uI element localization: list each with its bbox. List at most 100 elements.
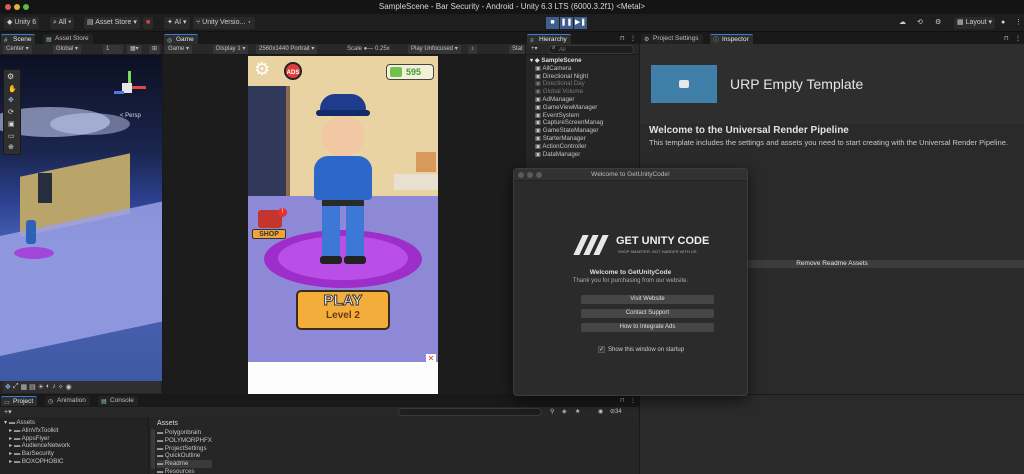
folder-item[interactable]: ▸ ▬ BOXOPHOBIC [4,458,70,466]
asset-item[interactable]: ▬ POLYMORPHFX [157,437,212,445]
grid-size-field[interactable]: 1 [103,45,123,54]
hierarchy-item[interactable]: ▣ GameViewManager [530,104,603,112]
scene-root-item[interactable]: ▾ ◆ SampleScene [530,57,603,65]
display-dropdown[interactable]: Display 1 ▾ [213,45,249,54]
overlay-layers-icon[interactable]: ▤ [29,383,36,391]
star-icon[interactable]: ★ [575,408,580,415]
overlay-scale-icon[interactable]: ⤢ [13,383,19,391]
step-button[interactable]: ▶❚ [574,17,587,29]
tab-game[interactable]: ◎ Game [164,34,198,44]
snap-toggle-icon[interactable]: ⊞ [149,45,161,54]
overlay-move-icon[interactable]: ✥ [5,383,11,391]
ai-dropdown[interactable]: ✦ AI ▾ [164,17,190,29]
lock-icon[interactable]: ⊓ [620,397,625,404]
overlay-lighting-icon[interactable]: ☀ [38,383,44,391]
hierarchy-search-input[interactable] [548,45,634,54]
history-icon[interactable]: ⟲ [914,17,926,29]
move-tool-icon[interactable]: ✥ [8,96,14,104]
overlay-shading-icon[interactable]: ◐ [46,383,50,391]
folder-item[interactable]: ▸ ▬ AlinVfxToolkit [4,427,70,435]
hierarchy-item[interactable]: ▣ Global Volume [530,88,603,96]
hierarchy-item[interactable]: ▣ DataManager [530,151,603,159]
tab-hierarchy[interactable]: ≡ Hierarchy [527,34,571,44]
assets-breadcrumb[interactable]: Assets [157,420,178,427]
resolution-dropdown[interactable]: 2560x1440 Portrait ▾ [256,45,318,54]
zoom-window-dot[interactable] [23,4,29,10]
pause-button[interactable]: ❚❚ [560,17,573,29]
filter-label-icon[interactable]: ◈ [562,408,567,415]
tab-scene[interactable]: # Scene [1,34,36,44]
settings-gear-icon[interactable]: ⚙ [932,17,944,29]
hand-tool-icon[interactable]: ✋ [8,85,17,93]
project-search-input[interactable] [398,408,542,416]
transform-tool-icon[interactable]: ⊕ [8,143,14,151]
close-window-dot[interactable] [5,4,11,10]
startup-checkbox[interactable]: ✓ [598,346,605,353]
play-level-button[interactable]: PLAY Level 2 [296,290,390,330]
asset-item[interactable]: ▬ QuickOutline [157,452,212,460]
filter-type-icon[interactable]: ⚲ [550,408,554,415]
tab-asset-store[interactable]: ▤ Asset Store [43,34,93,44]
help-icon[interactable]: ● [998,17,1008,29]
lock-icon[interactable]: ⊓ [1004,35,1009,42]
cloud-icon[interactable]: ☁ [896,17,909,29]
stats-button[interactable]: Stat [509,45,525,54]
tab-project-settings[interactable]: ⚙ Project Settings [641,34,703,44]
ads-button[interactable]: ADS [284,62,302,80]
rotate-tool-icon[interactable]: ⟳ [8,108,14,116]
settings-gear-icon[interactable]: ⚙ [254,60,270,78]
game-mode-dropdown[interactable]: Game ▾ [165,45,193,54]
asset-item[interactable]: ▬ Polygonbrain [157,429,212,437]
hierarchy-item[interactable]: ▣ CaptureScreenManag [530,119,603,127]
dialog-minimize-dot[interactable] [527,172,533,178]
record-icon[interactable]: ■ [143,17,154,29]
view-tool-icon[interactable]: ⚙ [7,72,14,81]
pivot-dropdown[interactable]: Center ▾ [3,45,32,54]
panel-menu-icon[interactable]: ⋮ [630,35,636,42]
folder-item[interactable]: ▸ ▬ AudienceNetwork [4,442,70,450]
tab-inspector[interactable]: ⓘ Inspector [710,34,753,44]
visit-website-button[interactable]: Visit Website [581,295,714,304]
minimize-window-dot[interactable] [14,4,20,10]
panel-menu-icon[interactable]: ⋮ [630,397,636,404]
folder-item[interactable]: ▸ ▬ BarSecurity [4,450,70,458]
play-focus-dropdown[interactable]: Play Unfocused ▾ [408,45,461,54]
grid-snap-icon[interactable]: ▦▾ [127,45,142,54]
scrollbar[interactable] [151,429,155,469]
hierarchy-item[interactable]: ▣ StarterManager [530,135,603,143]
asset-item[interactable]: ▬ ProjectSettings [157,445,212,453]
all-dropdown[interactable]: ⌕ All ▾ [50,17,75,29]
tab-project[interactable]: ▭ Project [1,396,38,406]
stop-button[interactable]: ■ [546,17,559,29]
audio-mute-icon[interactable]: ♪ [468,45,477,54]
scale-tool-icon[interactable]: ▣ [8,120,15,128]
ad-close-icon[interactable]: ✕ [426,354,436,364]
panel-menu-icon[interactable]: ⋮ [1015,35,1021,42]
lock-icon[interactable]: ⊓ [620,35,625,42]
asset-item[interactable]: ▬ Resources [157,468,212,474]
rect-tool-icon[interactable]: ▭ [8,132,15,140]
version-control-dropdown[interactable]: ⑂ Unity Versio... ▾ [193,17,255,29]
tab-animation[interactable]: ◷ Animation [45,396,90,406]
space-dropdown[interactable]: Global ▾ [53,45,82,54]
scene-viewport[interactable]: < Persp [0,55,162,381]
asset-item[interactable]: ▬ Readme [157,460,212,468]
menu-more-icon[interactable]: ⋮ [1012,17,1024,29]
shop-button[interactable]: ! SHOP [252,208,288,244]
account-button[interactable]: ◆ Unity 6 [4,17,40,29]
contact-support-button[interactable]: Contact Support [581,309,714,318]
asset-store-button[interactable]: ▤ Asset Store ▾ [84,17,140,29]
hierarchy-item[interactable]: ▣ Directional Night [530,73,603,81]
folder-item[interactable]: ▸ ▬ AppsFlyer [4,435,70,443]
integrate-ads-button[interactable]: How to Integrate Ads [581,323,714,332]
add-asset-button[interactable]: +▾ [4,408,12,416]
overlay-audio-icon[interactable]: ♪ [52,383,56,391]
overlay-camera-icon[interactable]: ◉ [66,383,72,391]
hierarchy-item[interactable]: ▣ AdManager [530,96,603,104]
dialog-zoom-dot[interactable] [536,172,542,178]
overlay-grid-icon[interactable]: ▦ [20,383,27,391]
hierarchy-item[interactable]: ▣ ActionController [530,143,603,151]
folder-item[interactable]: ▾ ▬ Assets [4,419,70,427]
dialog-close-dot[interactable] [518,172,524,178]
tab-console[interactable]: ▤ Console [98,396,138,406]
